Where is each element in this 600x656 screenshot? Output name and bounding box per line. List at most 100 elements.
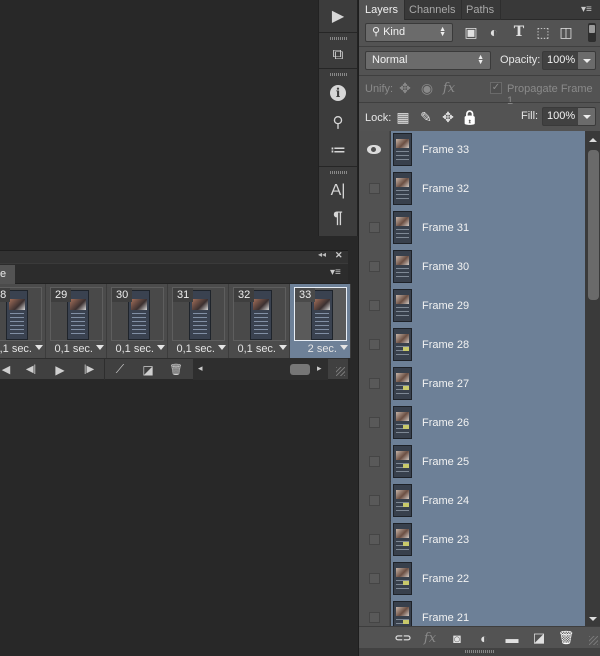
panel-menu-icon[interactable]: ▾≡ [330, 267, 341, 278]
layer-body[interactable]: Frame 22 [391, 560, 585, 599]
animation-frame[interactable]: 31 0,1 sec. [168, 284, 229, 358]
frame-thumbnail-box[interactable]: 29 [50, 287, 103, 341]
layer-style-icon[interactable]: fx [422, 630, 438, 646]
visibility-toggle[interactable] [359, 287, 390, 326]
layer-body[interactable]: Frame 33 [391, 131, 585, 170]
timeline-horizontal-scrollbar[interactable]: ◂ ▸ [193, 359, 328, 380]
collapse-icon[interactable]: ◂◂ [318, 250, 326, 259]
scroll-left-icon[interactable]: ◂ [198, 363, 203, 374]
propagate-checkbox[interactable]: ✓ [490, 82, 502, 94]
frame-delay-dropdown[interactable]: 0,1 sec. [46, 342, 104, 356]
filter-kind-select[interactable]: ⚲ Kind ▲ ▼ [365, 23, 453, 42]
new-group-icon[interactable]: ▬ [504, 630, 520, 646]
adjustment-filter-icon[interactable]: ◐ [486, 24, 502, 40]
frame-thumbnail-box[interactable]: 28 [0, 287, 42, 341]
visibility-toggle[interactable] [359, 170, 390, 209]
animation-frame[interactable]: 28 0,1 sec. [0, 284, 46, 358]
visibility-toggle[interactable] [359, 326, 390, 365]
frame-thumbnail-box[interactable]: 30 [111, 287, 164, 341]
layer-row[interactable]: Frame 31 [359, 209, 585, 248]
scroll-right-icon[interactable]: ▸ [317, 363, 322, 374]
lock-transparent-icon[interactable]: ▦ [395, 109, 411, 125]
layer-row[interactable]: Frame 22 [359, 560, 585, 599]
close-icon[interactable]: ✕ [335, 250, 343, 261]
layer-row[interactable]: Frame 28 [359, 326, 585, 365]
visibility-toggle[interactable] [359, 599, 390, 626]
paragraph-icon[interactable]: ¶ [327, 207, 349, 229]
tab-channels[interactable]: Channels [403, 0, 463, 20]
layer-body[interactable]: Frame 25 [391, 443, 585, 482]
tween-button[interactable]: ⟋ [112, 361, 128, 378]
layer-mask-icon[interactable]: ◙ [449, 630, 465, 646]
group-grip[interactable] [330, 73, 347, 76]
scroll-thumb[interactable] [290, 364, 310, 375]
unify-style-icon[interactable]: fx [441, 80, 457, 96]
group-grip[interactable] [330, 37, 347, 40]
opacity-input[interactable]: 100% [542, 51, 579, 70]
layer-row[interactable]: Frame 21 [359, 599, 585, 626]
delete-frame-button[interactable]: 🗑 [168, 361, 184, 378]
duplicate-frame-button[interactable]: ◪ [140, 361, 156, 378]
frame-delay-dropdown[interactable]: 0,1 sec. [168, 342, 226, 356]
layer-row[interactable]: Frame 29 [359, 287, 585, 326]
previous-frame-button[interactable]: ◀| [22, 361, 40, 378]
layer-row[interactable]: Frame 27 [359, 365, 585, 404]
layer-body[interactable]: Frame 26 [391, 404, 585, 443]
layer-row[interactable]: Frame 26 [359, 404, 585, 443]
layer-body[interactable]: Frame 23 [391, 521, 585, 560]
layer-body[interactable]: Frame 21 [391, 599, 585, 626]
layer-body[interactable]: Frame 27 [391, 365, 585, 404]
frame-delay-dropdown[interactable]: 2 sec. [290, 342, 348, 356]
new-layer-icon[interactable]: ◪ [531, 630, 547, 646]
animation-frame[interactable]: 32 0,1 sec. [229, 284, 290, 358]
visibility-toggle[interactable] [359, 443, 390, 482]
info-icon[interactable]: i [327, 82, 349, 104]
group-grip[interactable] [330, 171, 347, 174]
adjustment-layer-icon[interactable]: ◐ [476, 630, 492, 646]
frame-delay-dropdown[interactable]: 0,1 sec. [107, 342, 165, 356]
visibility-toggle[interactable] [359, 209, 390, 248]
unify-visibility-icon[interactable]: ◉ [419, 80, 435, 96]
panel-grip[interactable] [465, 650, 495, 653]
play-button[interactable]: ▶ [52, 361, 68, 378]
type-filter-icon[interactable]: T [511, 24, 527, 40]
layer-row[interactable]: Frame 24 [359, 482, 585, 521]
layer-row[interactable]: Frame 32 [359, 170, 585, 209]
lock-all-icon[interactable]: 🔒 [461, 109, 478, 125]
frame-thumbnail-box[interactable]: 33 [294, 287, 347, 341]
resize-grip-icon[interactable] [589, 636, 598, 645]
filter-toggle[interactable] [588, 23, 596, 42]
layer-body[interactable]: Frame 31 [391, 209, 585, 248]
lock-position-icon[interactable]: ✥ [440, 109, 456, 125]
character-icon[interactable]: A| [327, 180, 349, 202]
delete-layer-icon[interactable]: 🗑 [558, 630, 575, 646]
layer-body[interactable]: Frame 29 [391, 287, 585, 326]
animation-frame[interactable]: 33 2 sec. [290, 284, 351, 358]
brush-icon[interactable]: ≔ [327, 139, 349, 161]
3d-icon[interactable]: ⧉ [327, 43, 349, 65]
frame-thumbnail-box[interactable]: 32 [233, 287, 286, 341]
layer-row[interactable]: Frame 23 [359, 521, 585, 560]
link-layers-icon[interactable]: ⊂⊃ [395, 630, 412, 646]
scroll-down-icon[interactable] [589, 617, 597, 621]
first-frame-button[interactable]: ◀ [0, 361, 12, 378]
opacity-dropdown-button[interactable] [578, 51, 596, 70]
layers-vertical-scrollbar[interactable] [585, 131, 600, 626]
visibility-toggle[interactable] [359, 131, 390, 170]
frame-delay-dropdown[interactable]: 0,1 sec. [229, 342, 287, 356]
frame-thumbnail-box[interactable]: 31 [172, 287, 225, 341]
timeline-titlebar[interactable]: ◂◂ ✕ [0, 250, 348, 263]
brush-presets-icon[interactable]: ⚲ [327, 111, 349, 133]
layer-body[interactable]: Frame 24 [391, 482, 585, 521]
scroll-up-icon[interactable] [589, 138, 597, 142]
layer-body[interactable]: Frame 28 [391, 326, 585, 365]
play-icon[interactable]: ▶ [327, 5, 349, 27]
tab-timeline[interactable]: e [0, 265, 15, 284]
shape-filter-icon[interactable]: ⬚ [535, 24, 551, 40]
tab-paths[interactable]: Paths [460, 0, 502, 20]
blend-mode-select[interactable]: Normal ▲ ▼ [365, 51, 491, 70]
resize-grip-icon[interactable] [336, 367, 345, 376]
animation-frame[interactable]: 29 0,1 sec. [46, 284, 107, 358]
layer-body[interactable]: Frame 32 [391, 170, 585, 209]
visibility-toggle[interactable] [359, 404, 390, 443]
